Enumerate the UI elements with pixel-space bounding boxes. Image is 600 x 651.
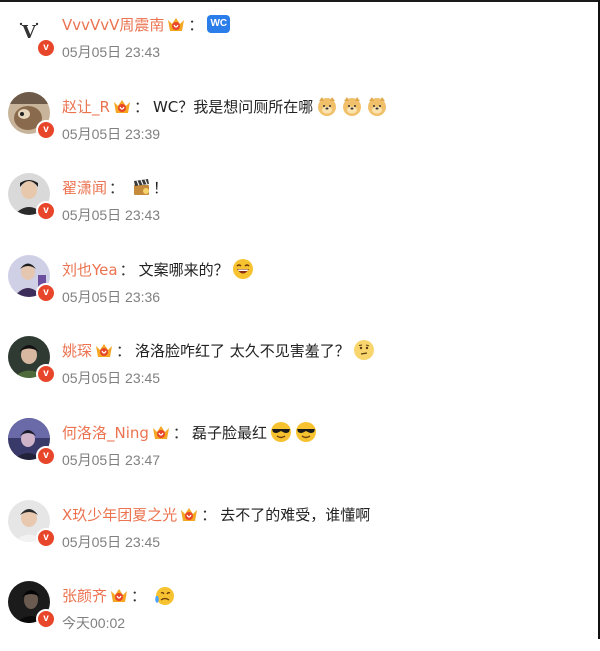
- avatar[interactable]: v: [8, 336, 56, 384]
- verified-badge-icon: v: [36, 201, 56, 221]
- comment-text: 洛洛脸咋红了 太久不见害羞了？: [135, 341, 350, 360]
- avatar[interactable]: V v: [8, 10, 56, 58]
- comment-item: v 刘也Yea ： 文案哪来的？ 05月05日 23:36: [0, 245, 590, 325]
- colon: ：: [133, 97, 149, 116]
- username[interactable]: X玖少年团夏之光: [62, 504, 177, 525]
- timestamp: 05月05日 23:43: [62, 44, 161, 60]
- vip-crown-icon: [168, 18, 185, 31]
- username[interactable]: 刘也Yea: [62, 259, 118, 280]
- avatar[interactable]: v: [8, 173, 56, 221]
- comment-item: v 翟潇闻 ： ！ 05月05日 23:43: [0, 163, 590, 243]
- colon: ：: [116, 341, 132, 360]
- verified-badge-icon: v: [36, 528, 56, 548]
- comment-item: v 张颜齐 ： 今天00:02: [0, 571, 590, 651]
- sunglasses-face-icon: [295, 422, 316, 442]
- timestamp: 05月05日 23:45: [62, 534, 161, 550]
- verified-badge-icon: v: [36, 609, 56, 629]
- svg-text:V: V: [21, 22, 37, 43]
- comment-item: v X玖少年团夏之光 ： 去不了的难受，谁懂啊 05月05日 23:45: [0, 490, 590, 570]
- verified-badge-icon: v: [36, 120, 56, 140]
- colon: ：: [119, 260, 135, 279]
- username[interactable]: 翟潇闻: [62, 177, 107, 198]
- verified-badge-icon: v: [36, 38, 56, 58]
- timestamp: 今天00:02: [62, 615, 126, 631]
- comment-item: v 姚琛 ： 洛洛脸咋红了 太久不见害羞了？ 05月05日 23:45: [0, 326, 590, 406]
- colon: ：: [188, 15, 204, 34]
- colon: ：: [172, 423, 188, 442]
- comment-item: V v VvvVvV周震南 ： WC 05月05日 23:43: [0, 0, 590, 80]
- vip-crown-icon: [152, 426, 169, 439]
- vip-crown-icon: [181, 508, 198, 521]
- username[interactable]: 赵让_R: [62, 96, 110, 117]
- comment-item: v 赵让_R ： WC？我是想问厕所在哪 05月05日 23:39: [0, 82, 590, 162]
- username[interactable]: 何洛洛_Ning: [62, 422, 149, 443]
- avatar[interactable]: v: [8, 581, 56, 629]
- username[interactable]: 姚琛: [62, 340, 92, 361]
- avatar[interactable]: v: [8, 418, 56, 466]
- wc-badge: WC: [207, 15, 231, 33]
- comment-suffix: ！: [153, 178, 169, 197]
- doge-icon: [318, 97, 337, 116]
- doge-icon: [343, 97, 362, 116]
- crying-face-icon: [155, 587, 175, 605]
- colon: ：: [131, 586, 147, 605]
- avatar[interactable]: v: [8, 500, 56, 548]
- colon: ：: [201, 505, 217, 524]
- thinking-face-icon: [353, 340, 374, 360]
- avatar[interactable]: v: [8, 255, 56, 303]
- avatar[interactable]: v: [8, 92, 56, 140]
- comment-text: 磊子脸最红: [191, 423, 267, 442]
- colon: ：: [109, 178, 125, 197]
- timestamp: 05月05日 23:45: [62, 370, 161, 386]
- vip-crown-icon: [113, 100, 130, 113]
- verified-badge-icon: v: [36, 364, 56, 384]
- laughing-face-icon: [232, 259, 253, 279]
- clapperboard-icon: [134, 179, 150, 195]
- username[interactable]: 张颜齐: [62, 585, 107, 606]
- verified-badge-icon: v: [36, 283, 56, 303]
- timestamp: 05月05日 23:36: [62, 289, 161, 305]
- username[interactable]: VvvVvV周震南: [62, 14, 164, 35]
- verified-badge-icon: v: [36, 446, 56, 466]
- sunglasses-face-icon: [270, 422, 291, 442]
- timestamp: 05月05日 23:43: [62, 207, 161, 223]
- vip-crown-icon: [111, 589, 128, 602]
- timestamp: 05月05日 23:39: [62, 126, 161, 142]
- comment-item: v 何洛洛_Ning ： 磊子脸最红 05月05日 23:47: [0, 408, 590, 488]
- comment-text: 去不了的难受，谁懂啊: [220, 505, 371, 524]
- comment-text: 文案哪来的？: [138, 260, 229, 279]
- comment-text: WC？我是想问厕所在哪: [152, 97, 314, 116]
- doge-icon: [368, 97, 387, 116]
- vip-crown-icon: [96, 344, 113, 357]
- timestamp: 05月05日 23:47: [62, 452, 161, 468]
